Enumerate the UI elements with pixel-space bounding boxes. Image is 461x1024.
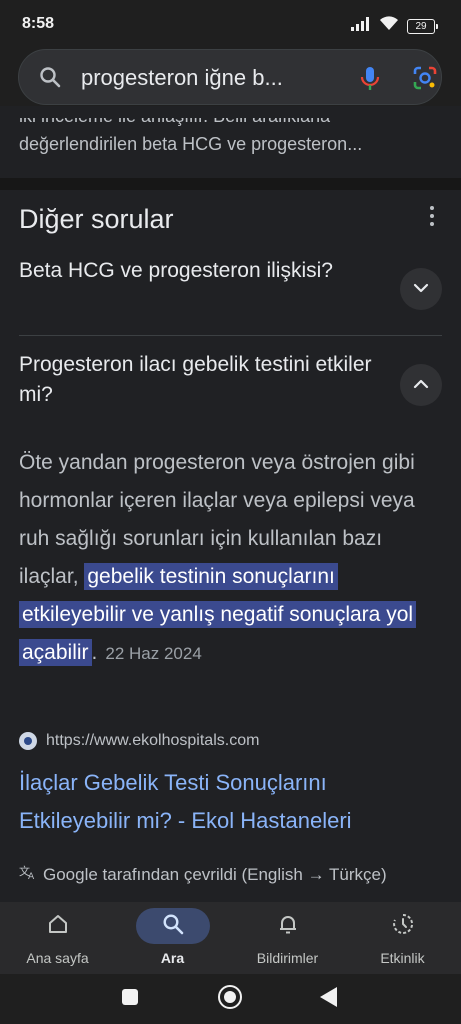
- wifi-icon: [379, 16, 399, 36]
- battery-icon: 29: [407, 18, 438, 34]
- bottom-navigation: Ana sayfa Ara Bildirimler Etkinlik: [0, 902, 461, 974]
- nav-activity-label: Etkinlik: [380, 950, 425, 966]
- other-questions-card: Diğer sorular Beta HCG ve progesteron il…: [0, 190, 461, 902]
- system-navigation-bar: [0, 974, 461, 1024]
- back-button[interactable]: [320, 987, 337, 1007]
- translation-note: 文 A Google tarafından çevrildi (English …: [19, 864, 387, 885]
- previous-snippet: iki inceleme ile anlaşılır. Belli aralık…: [0, 106, 461, 178]
- source-row[interactable]: https://www.ekolhospitals.com: [19, 732, 259, 750]
- status-bar: 8:58 29: [0, 0, 461, 44]
- answer-end: .: [91, 641, 98, 664]
- search-bar[interactable]: progesteron iğne b...: [18, 49, 442, 105]
- question-item[interactable]: Beta HCG ve progesteron ilişkisi?: [19, 256, 442, 310]
- section-divider: [0, 178, 461, 190]
- svg-text:A: A: [28, 872, 35, 880]
- previous-snippet-line-2: değerlendirilen beta HCG ve progesteron.…: [19, 134, 363, 154]
- screen: 8:58 29 progesteron iğne b... iki incele…: [0, 0, 461, 1024]
- chevron-up-icon: [413, 376, 429, 394]
- activity-icon: [392, 913, 414, 940]
- nav-notifications[interactable]: Bildirimler: [230, 902, 345, 974]
- answer-text: Öte yandan progesteron veya östrojen gib…: [19, 444, 439, 673]
- nav-activity[interactable]: Etkinlik: [345, 902, 460, 974]
- site-favicon-icon: [19, 732, 37, 750]
- nav-home-label: Ana sayfa: [26, 950, 89, 966]
- chevron-down-icon: [413, 280, 429, 298]
- collapse-button[interactable]: [400, 364, 442, 406]
- nav-notifications-label: Bildirimler: [256, 950, 319, 966]
- translation-text: Google tarafından çevrildi (English → Tü…: [43, 864, 387, 884]
- question-text[interactable]: Beta HCG ve progesteron ilişkisi?: [19, 256, 379, 286]
- mic-icon[interactable]: [359, 66, 381, 97]
- status-time: 8:58: [22, 15, 55, 32]
- search-icon[interactable]: [39, 66, 61, 93]
- divider: [19, 335, 442, 336]
- translate-icon: 文 A: [19, 864, 37, 885]
- section-title: Diğer sorular: [19, 204, 174, 234]
- nav-search-label: Ara: [160, 950, 185, 966]
- question-text[interactable]: Progesteron ilacı gebelik testini etkile…: [19, 350, 379, 410]
- source-url[interactable]: https://www.ekolhospitals.com: [46, 732, 259, 750]
- previous-snippet-line-1: iki inceleme ile anlaşılır. Belli aralık…: [19, 106, 331, 126]
- nav-home[interactable]: Ana sayfa: [0, 902, 115, 974]
- search-query[interactable]: progesteron iğne b...: [81, 65, 341, 91]
- more-options-icon[interactable]: [428, 206, 436, 226]
- answer-date: 22 Haz 2024: [105, 644, 202, 663]
- recents-button[interactable]: [122, 989, 138, 1005]
- search-icon: [162, 913, 184, 940]
- lens-icon[interactable]: [412, 65, 438, 96]
- signal-icon: [351, 16, 371, 36]
- bell-icon: [277, 913, 299, 940]
- expand-button[interactable]: [400, 268, 442, 310]
- result-link[interactable]: İlaçlar Gebelik Testi Sonuçlarını Etkile…: [19, 764, 439, 840]
- home-button[interactable]: [218, 985, 242, 1009]
- question-item-expanded[interactable]: Progesteron ilacı gebelik testini etkile…: [19, 350, 442, 410]
- status-icons: 29: [351, 16, 438, 36]
- nav-search[interactable]: Ara: [115, 902, 230, 974]
- home-icon: [47, 913, 69, 940]
